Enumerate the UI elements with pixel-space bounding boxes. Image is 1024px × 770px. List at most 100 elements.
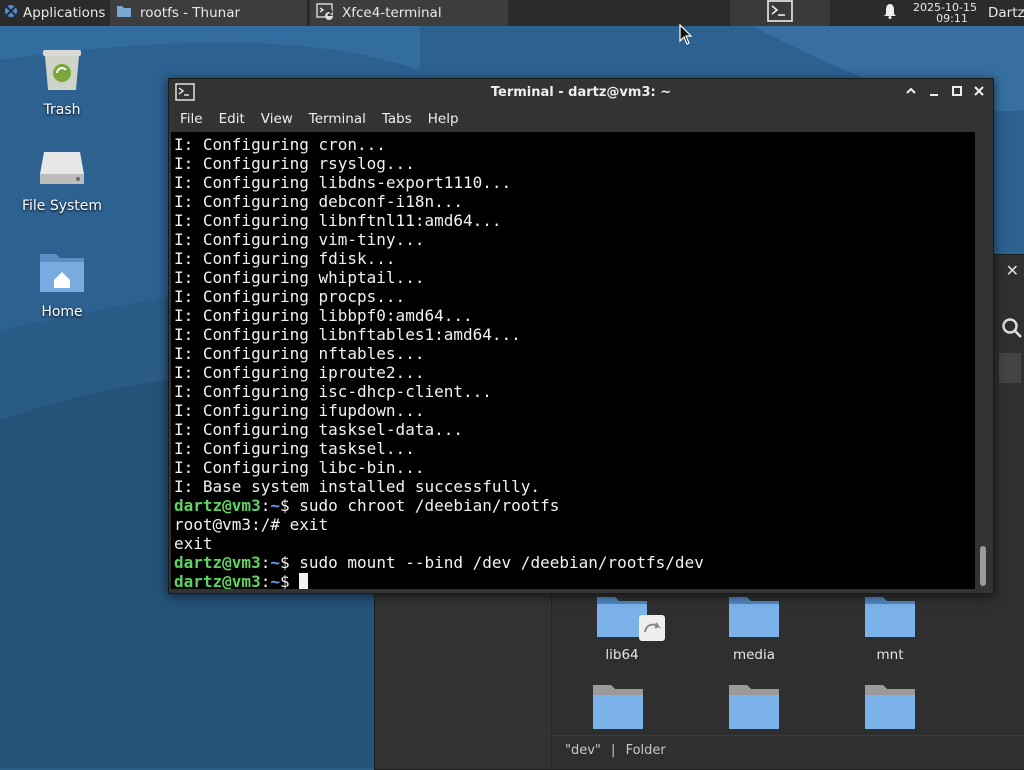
symlink-arrow-icon [639, 615, 665, 641]
status-type: Folder [625, 743, 666, 758]
status-bar: "dev" | Folder [551, 735, 1024, 766]
terminal-menubar: File Edit View Terminal Tabs Help [169, 107, 993, 131]
terminal-line: I: Configuring iproute2... [174, 363, 425, 382]
status-separator: | [611, 743, 616, 758]
mouse-pointer-icon [679, 23, 693, 50]
folder-item[interactable] [699, 683, 809, 735]
terminal-line: I: Base system installed successfully. [174, 477, 541, 496]
prompt-user: dartz@vm3 [174, 553, 261, 572]
desktop-icon-trash[interactable]: Trash [7, 44, 117, 118]
scrollbar[interactable] [977, 132, 991, 589]
folder-item[interactable]: lib64 [567, 595, 677, 663]
terminal-icon: 2 [316, 2, 334, 24]
thunar-sidebar[interactable] [375, 595, 552, 767]
folder-icon [727, 595, 781, 639]
menu-edit[interactable]: Edit [211, 111, 253, 127]
text-cursor [299, 573, 309, 589]
taskbar-thunar-button[interactable]: rootfs - Thunar [110, 0, 308, 26]
terminal-line: I: Configuring cron... [174, 135, 386, 154]
terminal-prompt-line: dartz@vm3:~$ sudo mount --bind /dev /dee… [174, 553, 975, 572]
prompt-user: dartz@vm3 [174, 496, 261, 515]
top-panel: Applications rootfs - Thunar 2 Xfce4-ter… [0, 0, 1024, 26]
terminal-launcher-button[interactable] [730, 0, 830, 26]
folder-label: lib64 [605, 647, 639, 663]
maximize-icon[interactable] [947, 82, 967, 102]
terminal-prompt-line: dartz@vm3:~$ sudo chroot /deebian/rootfs [174, 496, 975, 515]
terminal-line: I: Configuring fdisk... [174, 249, 396, 268]
terminal-line: I: Configuring libbpf0:amd64... [174, 306, 473, 325]
desktop-icon-home[interactable]: Home [7, 250, 117, 320]
menu-view[interactable]: View [253, 111, 301, 127]
folder-item[interactable] [563, 683, 673, 735]
folder-item[interactable] [835, 683, 945, 735]
terminal-line: I: Configuring libnftnl11:amd64... [174, 211, 502, 230]
prompt-path: ~ [270, 553, 280, 572]
terminal-line: I: Configuring libnftables1:amd64... [174, 325, 521, 344]
search-icon[interactable] [1001, 317, 1023, 345]
terminal-line: I: Configuring tasksel-data... [174, 420, 463, 439]
chevron-up-icon[interactable] [901, 82, 921, 102]
command-text: sudo chroot /deebian/rootfs [299, 496, 560, 515]
desktop-icon-label: File System [21, 198, 103, 214]
folder-icon [591, 683, 645, 729]
terminal-icon [767, 0, 793, 26]
prompt-separator: : [260, 553, 271, 572]
terminal-count-badge: 2 [326, 9, 334, 19]
terminal-active-prompt[interactable]: dartz@vm3:~$ [174, 572, 975, 589]
prompt-separator: : [260, 572, 271, 589]
terminal-output[interactable]: I: Configuring cron... I: Configuring rs… [171, 132, 975, 589]
applications-menu-button[interactable]: Applications [0, 0, 108, 26]
prompt-path: ~ [270, 572, 280, 589]
terminal-line: I: Configuring procps... [174, 287, 406, 306]
folder-icon [116, 4, 132, 22]
close-icon[interactable] [969, 82, 989, 102]
folder-label: media [732, 647, 776, 663]
folder-item[interactable]: mnt [835, 595, 945, 663]
folder-icon [863, 595, 917, 639]
terminal-line: root@vm3:/# exit [174, 515, 329, 534]
folder-label: mnt [876, 647, 904, 663]
terminal-line: I: Configuring ifupdown... [174, 401, 425, 420]
close-icon[interactable]: ✕ [1006, 261, 1019, 280]
notifications-button[interactable] [878, 0, 902, 26]
folder-icon [727, 683, 781, 729]
user-name: Dartz [988, 5, 1024, 21]
window-title: Terminal - dartz@vm3: ~ [490, 85, 672, 100]
desktop-icon-file-system[interactable]: File System [7, 148, 117, 214]
command-text: sudo mount --bind /dev /deebian/rootfs/d… [299, 553, 704, 572]
applications-label: Applications [23, 5, 106, 21]
folder-item[interactable]: media [699, 595, 809, 663]
user-menu-button[interactable]: Dartz [988, 0, 1024, 26]
menu-file[interactable]: File [169, 111, 211, 127]
terminal-line: I: Configuring debconf-i18n... [174, 192, 463, 211]
terminal-line: I: Configuring libdns-export1110... [174, 173, 512, 192]
terminal-line: I: Configuring nftables... [174, 344, 425, 363]
xfce-logo-icon [3, 3, 19, 23]
prompt-user: dartz@vm3 [174, 572, 261, 589]
folder-icon [595, 595, 665, 641]
terminal-titlebar[interactable]: Terminal - dartz@vm3: ~ [169, 79, 993, 107]
menu-tabs[interactable]: Tabs [374, 111, 420, 127]
status-selected-name: "dev" [565, 743, 601, 758]
home-folder-icon [38, 254, 86, 298]
prompt-dollar: $ [279, 496, 300, 515]
taskbar-thunar-label: rootfs - Thunar [140, 5, 241, 21]
terminal-line: I: Configuring rsyslog... [174, 154, 415, 173]
terminal-line: I: Configuring isc-dhcp-client... [174, 382, 492, 401]
terminal-window[interactable]: Terminal - dartz@vm3: ~ File Edit View T… [168, 78, 994, 594]
minimize-icon[interactable] [924, 82, 944, 102]
menu-help[interactable]: Help [420, 111, 467, 127]
taskbar-terminal-label: Xfce4-terminal [342, 5, 442, 21]
clock[interactable]: 2025-10-15 09:11 [906, 0, 984, 26]
prompt-dollar: $ [279, 553, 300, 572]
bell-icon [883, 3, 897, 23]
toolbar-strip [999, 353, 1021, 383]
desktop-icon-label: Trash [43, 102, 81, 118]
taskbar-terminal-button[interactable]: 2 Xfce4-terminal [310, 0, 508, 26]
prompt-dollar: $ [279, 572, 300, 589]
desktop-icon-label: Home [41, 304, 83, 320]
terminal-line: I: Configuring libc-bin... [174, 458, 425, 477]
menu-terminal[interactable]: Terminal [301, 111, 374, 127]
scrollbar-thumb[interactable] [980, 546, 986, 586]
folder-icon [863, 683, 917, 729]
